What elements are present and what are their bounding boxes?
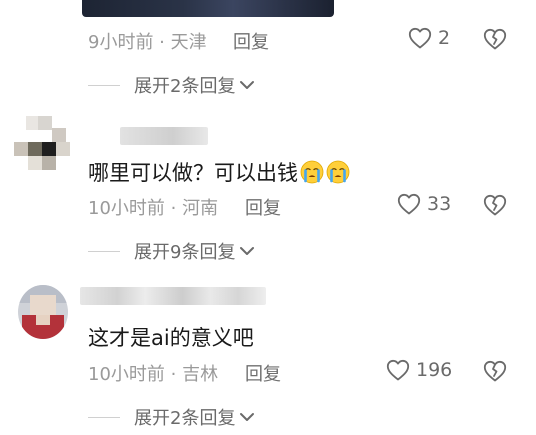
comment-time: 10小时前 (88, 198, 165, 219)
expand-replies-label: 展开2条回复 (134, 408, 236, 429)
broken-heart-icon (483, 194, 507, 216)
comment-text-row: 哪里可以做？可以出钱 (88, 157, 350, 187)
dislike-button[interactable] (483, 194, 507, 220)
username-blurred[interactable] (80, 287, 266, 305)
comment-text: 哪里可以做？可以出钱 (88, 161, 298, 185)
heart-icon (408, 27, 432, 49)
meta-separator: · (153, 32, 171, 53)
chevron-down-icon (240, 81, 255, 89)
comment-text: 这才是ai的意义吧 (88, 326, 254, 350)
divider-line (88, 250, 120, 252)
meta-separator: · (164, 198, 183, 219)
crying-emoji-icon (326, 160, 350, 184)
comment-image[interactable] (82, 0, 334, 17)
comment-text-row: 这才是ai的意义吧 (88, 322, 254, 352)
reply-button[interactable]: 回复 (245, 360, 281, 386)
reply-button[interactable]: 回复 (233, 28, 269, 54)
reply-button[interactable]: 回复 (245, 194, 281, 220)
comment-time: 10小时前 (88, 364, 165, 385)
dislike-button[interactable] (483, 28, 507, 54)
like-count: 33 (427, 193, 452, 215)
avatar[interactable] (14, 114, 74, 176)
comment-meta: 10小时前 · 河南 (88, 194, 218, 220)
avatar[interactable] (18, 285, 68, 339)
expand-replies-button[interactable]: 展开2条回复 (88, 404, 255, 430)
username-blurred[interactable] (120, 127, 208, 145)
meta-separator: · (164, 364, 183, 385)
like-button[interactable]: 196 (386, 359, 452, 381)
expand-replies-button[interactable]: 展开2条回复 (88, 72, 255, 98)
chevron-down-icon (240, 247, 255, 255)
like-count: 196 (416, 359, 453, 381)
expand-replies-button[interactable]: 展开9条回复 (88, 238, 255, 264)
broken-heart-icon (483, 360, 507, 382)
like-button[interactable]: 2 (408, 27, 450, 49)
comment-location: 河南 (182, 198, 219, 219)
expand-replies-label: 展开2条回复 (134, 76, 236, 97)
comment-location: 吉林 (182, 364, 219, 385)
dislike-button[interactable] (483, 360, 507, 386)
avatar-image (18, 285, 68, 339)
heart-icon (397, 193, 421, 215)
chevron-down-icon (240, 413, 255, 421)
crying-emoji-icon (300, 160, 324, 184)
broken-heart-icon (483, 28, 507, 50)
comment-meta: 10小时前 · 吉林 (88, 360, 218, 386)
comment-time: 9小时前 (88, 32, 154, 53)
divider-line (88, 84, 120, 86)
comments-section: 9小时前 · 天津 回复 2 展开2条回复 哪里可以做？可以出钱 10小时前 ·… (0, 0, 536, 435)
heart-icon (386, 359, 410, 381)
comment-location: 天津 (170, 32, 207, 53)
avatar-image (14, 114, 74, 176)
divider-line (88, 416, 120, 418)
expand-replies-label: 展开9条回复 (134, 242, 236, 263)
like-count: 2 (438, 27, 451, 49)
like-button[interactable]: 33 (397, 193, 451, 215)
comment-meta: 9小时前 · 天津 (88, 28, 207, 54)
